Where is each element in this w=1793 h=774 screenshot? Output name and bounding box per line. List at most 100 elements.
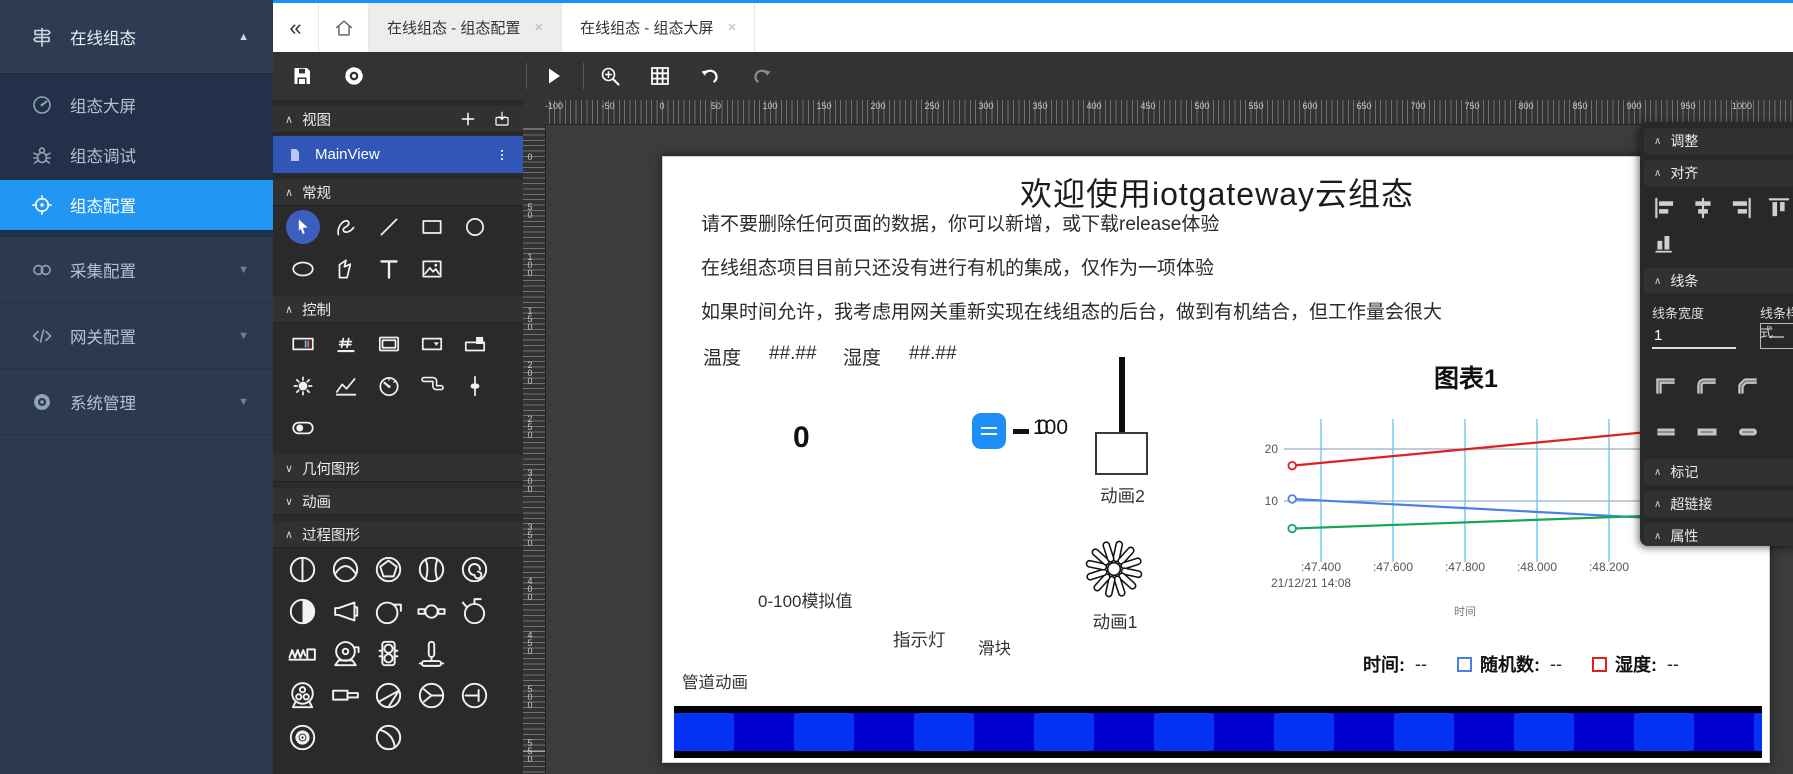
shape-valve-t[interactable] — [453, 674, 496, 716]
sidebar-item-collect-config[interactable]: 采集配置▼ — [0, 237, 273, 303]
align-top-button[interactable] — [1766, 195, 1792, 221]
ellipse-tool[interactable] — [281, 248, 324, 290]
shape-pump-spiral[interactable] — [453, 548, 496, 590]
cap-square-button[interactable] — [1691, 419, 1723, 445]
settings-button[interactable] — [342, 64, 366, 88]
tab-1[interactable]: 在线组态 - 组态配置× — [369, 3, 562, 52]
grid-button[interactable] — [648, 64, 672, 88]
shape-partial-2[interactable] — [324, 758, 367, 774]
pipe-animation-widget[interactable] — [674, 706, 1762, 758]
textinput-tool[interactable] — [281, 323, 324, 365]
view-item-mainview[interactable]: MainView — [273, 136, 523, 173]
animation2-label[interactable]: 动画2 — [1096, 483, 1149, 508]
shape-valve-node[interactable] — [410, 590, 453, 632]
humidity-value[interactable]: ##.## — [909, 343, 957, 365]
shape-pump-ball[interactable] — [410, 548, 453, 590]
number-tool[interactable] — [324, 323, 367, 365]
animation2-box[interactable] — [1095, 432, 1148, 475]
cap-round-button[interactable] — [1732, 419, 1764, 445]
plus-icon[interactable] — [459, 110, 477, 128]
sidebar-item-config-setup[interactable]: 组态配置 — [0, 180, 273, 230]
page-paragraph-3[interactable]: 如果时间允许，我考虑用网关重新实现在线组态的后台，做到有机结合，但工作量会很大 — [701, 297, 1442, 324]
shape-centrifugal-pump[interactable] — [324, 632, 367, 674]
sim-value-label[interactable]: 0-100模拟值 — [758, 587, 852, 612]
collapse-sidebar-button[interactable]: « — [273, 3, 319, 52]
shape-pump-dome[interactable] — [324, 548, 367, 590]
design-page[interactable]: 欢迎使用iotgateway云组态 请不要删除任何页面的数据，你可以新增，或下载… — [662, 156, 1770, 763]
section-marker[interactable]: ∧ 标记 — [1644, 459, 1793, 485]
pipe-tool[interactable] — [410, 365, 453, 407]
section-align[interactable]: ∧ 对齐 — [1644, 160, 1793, 186]
run-button[interactable] — [541, 64, 565, 88]
tab-close-icon[interactable]: × — [534, 19, 543, 36]
sidebar-item-system-manage[interactable]: 系统管理▼ — [0, 369, 273, 435]
numeric-display-widget[interactable]: 0 — [793, 421, 810, 455]
shape-gear-wheel[interactable] — [281, 716, 324, 758]
text-tool[interactable] — [367, 248, 410, 290]
line-width-input[interactable] — [1652, 324, 1736, 349]
sidebar-item-online-configuration[interactable]: 在线组态▲ — [0, 0, 273, 74]
humidity-label[interactable]: 湿度 — [843, 343, 881, 370]
shape-motor[interactable] — [281, 674, 324, 716]
animation1-label[interactable]: 动画1 — [1084, 609, 1146, 634]
chart-title[interactable]: 图表1 — [1256, 359, 1676, 395]
tab-2[interactable]: 在线组态 - 组态大屏× — [562, 3, 755, 52]
button-tool[interactable] — [367, 323, 410, 365]
sidebar-item-config-debug[interactable]: 组态调试 — [0, 130, 273, 180]
redo-button[interactable] — [750, 64, 774, 88]
lamp-tool[interactable] — [281, 365, 324, 407]
corner-bevel-button[interactable] — [1732, 373, 1764, 399]
tab-close-icon[interactable]: × — [727, 19, 736, 36]
temperature-value[interactable]: ##.## — [769, 343, 817, 365]
toolbox-section-几何图形[interactable]: ∨几何图形 — [273, 455, 523, 482]
save-button[interactable] — [290, 64, 314, 88]
toolbox-section-动画[interactable]: ∨动画 — [273, 488, 523, 515]
toggle-tool[interactable] — [281, 407, 324, 449]
toolbox-section-常规[interactable]: ∧常规 — [273, 179, 523, 206]
toolbox-section-view[interactable]: ∧视图 — [273, 106, 523, 133]
rect-tool[interactable] — [410, 206, 453, 248]
undo-button[interactable] — [698, 64, 722, 88]
page-paragraph-2[interactable]: 在线组态项目目前只还没有进行有机的集成，仅作为一项体验 — [701, 253, 1214, 280]
shape-pump-tail[interactable] — [367, 590, 410, 632]
shape-valve-half[interactable] — [281, 590, 324, 632]
shape-partial-1[interactable] — [281, 758, 324, 774]
corner-miter-button[interactable] — [1650, 373, 1682, 399]
shape-partial-3[interactable] — [367, 758, 410, 774]
indicator-lamp-label[interactable]: 指示灯 — [893, 627, 946, 652]
toolbox-section-控制[interactable]: ∧控制 — [273, 296, 523, 323]
shape-horn[interactable] — [324, 590, 367, 632]
slider-handle-widget[interactable] — [972, 413, 1006, 449]
select-tool[interactable] — [281, 206, 324, 248]
curve-tool[interactable] — [324, 206, 367, 248]
polyline-tool[interactable] — [324, 248, 367, 290]
toolbox-section-过程图形[interactable]: ∧过程图形 — [273, 521, 523, 548]
sliderbox-tool[interactable] — [453, 323, 496, 365]
page-paragraph-1[interactable]: 请不要删除任何页面的数据，你可以新增，或下载release体验 — [701, 209, 1219, 236]
slider-widget-label[interactable]: 滑块 — [978, 635, 1011, 659]
shape-plunger[interactable] — [410, 632, 453, 674]
gauge-tool[interactable] — [367, 365, 410, 407]
align-left-button[interactable] — [1652, 195, 1678, 221]
align-center-button[interactable] — [1690, 195, 1716, 221]
section-line[interactable]: ∧ 线条 — [1644, 268, 1793, 294]
shape-pump-chord[interactable] — [367, 674, 410, 716]
design-canvas[interactable]: 欢迎使用iotgateway云组态 请不要删除任何页面的数据，你可以新增，或下载… — [546, 125, 1793, 774]
dots-icon[interactable] — [495, 147, 509, 163]
shape-valve-y[interactable] — [410, 674, 453, 716]
circle-tool[interactable] — [453, 206, 496, 248]
home-button[interactable] — [319, 3, 369, 52]
dropdown-tool[interactable] — [410, 323, 453, 365]
align-bottom-button[interactable] — [1652, 230, 1678, 256]
sidebar-item-config-big-screen[interactable]: 组态大屏 — [0, 80, 273, 130]
cap-butt-button[interactable] — [1650, 419, 1682, 445]
shape-pipe-box[interactable] — [324, 674, 367, 716]
shape-valve-split[interactable] — [281, 548, 324, 590]
section-property[interactable]: ∧ 属性 — [1644, 523, 1793, 546]
corner-round-button[interactable] — [1691, 373, 1723, 399]
sliderv-tool[interactable] — [453, 365, 496, 407]
shape-pump-arc[interactable] — [367, 716, 410, 758]
sidebar-item-gateway-config[interactable]: 网关配置▼ — [0, 303, 273, 369]
section-hyperlink[interactable]: ∧ 超链接 — [1644, 491, 1793, 517]
pipe-animation-label[interactable]: 管道动画 — [682, 669, 748, 693]
